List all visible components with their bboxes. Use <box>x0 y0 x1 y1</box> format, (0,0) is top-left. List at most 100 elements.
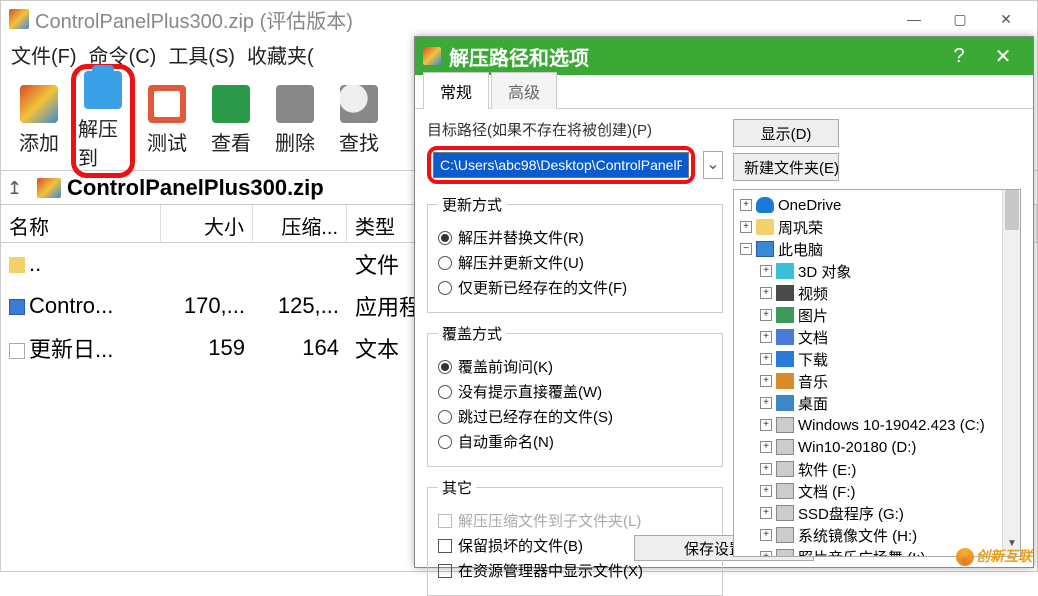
radio-option[interactable]: 自动重命名(N) <box>438 431 712 452</box>
tab-advanced[interactable]: 高级 <box>491 72 557 109</box>
app-icon <box>9 9 29 29</box>
tree-node[interactable]: +音乐 <box>736 370 1018 392</box>
toolbar-delete[interactable]: 删除 <box>263 85 327 156</box>
destination-path-input[interactable] <box>433 152 689 178</box>
overwrite-group: 覆盖方式 覆盖前询问(K)没有提示直接覆盖(W)跳过已经存在的文件(S)自动重命… <box>427 323 723 467</box>
expand-icon[interactable]: + <box>760 287 772 299</box>
dialog-close-button[interactable]: ✕ <box>981 44 1025 69</box>
checkbox-option[interactable]: 在资源管理器中显示文件(X) <box>438 560 712 581</box>
pic-icon <box>776 307 794 323</box>
display-button[interactable]: 显示(D) <box>733 119 839 147</box>
file-icon <box>9 257 25 273</box>
expand-icon[interactable]: + <box>760 397 772 409</box>
new-folder-button[interactable]: 新建文件夹(E) <box>733 153 839 181</box>
checkbox-icon <box>438 539 452 553</box>
tree-node[interactable]: +系统镜像文件 (H:) <box>736 524 1018 546</box>
dialog-help-button[interactable]: ? <box>937 45 981 68</box>
checkbox-option: 解压压缩文件到子文件夹(L) <box>438 510 712 531</box>
radio-option[interactable]: 解压并替换文件(R) <box>438 227 712 248</box>
maximize-button[interactable]: ▢ <box>937 4 983 34</box>
archive-icon <box>37 178 61 198</box>
radio-icon <box>438 256 452 270</box>
folder-tree[interactable]: ▲ ▼ +OneDrive+周巩荣−此电脑+3D 对象+视频+图片+文档+下载+… <box>733 189 1021 557</box>
radio-option[interactable]: 仅更新已经存在的文件(F) <box>438 277 712 298</box>
dialog-title: 解压路径和选项 <box>449 42 589 71</box>
close-button[interactable]: ✕ <box>983 4 1029 34</box>
expand-icon[interactable]: + <box>760 265 772 277</box>
music-icon <box>776 373 794 389</box>
window-title: ControlPanelPlus300.zip (评估版本) <box>35 5 353 34</box>
up-icon[interactable]: ↥ <box>7 178 31 198</box>
doc-icon <box>776 329 794 345</box>
test-icon <box>148 85 186 123</box>
expand-icon[interactable]: − <box>740 243 752 255</box>
dl-icon <box>776 351 794 367</box>
toolbar-add[interactable]: 添加 <box>7 85 71 156</box>
expand-icon[interactable]: + <box>760 551 772 557</box>
dialog-icon <box>423 47 441 65</box>
expand-icon[interactable]: + <box>760 331 772 343</box>
expand-icon[interactable]: + <box>740 199 752 211</box>
titlebar: ControlPanelPlus300.zip (评估版本) ― ▢ ✕ <box>1 1 1037 37</box>
watermark-icon <box>956 548 974 566</box>
menu-tools[interactable]: 工具(S) <box>164 38 239 71</box>
drive-icon <box>776 439 794 455</box>
desk-icon <box>776 395 794 411</box>
drive-icon <box>776 527 794 543</box>
pc-icon <box>756 241 774 257</box>
toolbar-find[interactable]: 查找 <box>327 85 391 156</box>
path-dropdown-button[interactable]: ⌄ <box>703 151 723 179</box>
radio-icon <box>438 435 452 449</box>
tree-node[interactable]: +图片 <box>736 304 1018 326</box>
expand-icon[interactable]: + <box>760 507 772 519</box>
menu-favorites[interactable]: 收藏夹( <box>243 38 318 71</box>
col-name[interactable]: 名称 <box>1 205 161 242</box>
tree-node[interactable]: +Win10-20180 (D:) <box>736 436 1018 458</box>
expand-icon[interactable]: + <box>760 485 772 497</box>
tree-node[interactable]: +视频 <box>736 282 1018 304</box>
minimize-button[interactable]: ― <box>891 4 937 34</box>
radio-option[interactable]: 跳过已经存在的文件(S) <box>438 406 712 427</box>
archive-name: ControlPanelPlus300.zip <box>35 11 254 33</box>
radio-option[interactable]: 覆盖前询问(K) <box>438 356 712 377</box>
expand-icon[interactable]: + <box>760 375 772 387</box>
toolbar-view[interactable]: 查看 <box>199 85 263 156</box>
view-icon <box>212 85 250 123</box>
tree-node[interactable]: +桌面 <box>736 392 1018 414</box>
expand-icon[interactable]: + <box>760 353 772 365</box>
drive-icon <box>776 505 794 521</box>
radio-icon <box>438 410 452 424</box>
scroll-thumb[interactable] <box>1005 190 1019 230</box>
expand-icon[interactable]: + <box>760 529 772 541</box>
tab-general[interactable]: 常规 <box>423 72 489 109</box>
tree-node[interactable]: +文档 (F:) <box>736 480 1018 502</box>
col-compressed[interactable]: 压缩... <box>253 205 347 242</box>
tree-node[interactable]: +Windows 10-19042.423 (C:) <box>736 414 1018 436</box>
expand-icon[interactable]: + <box>760 441 772 453</box>
menu-file[interactable]: 文件(F) <box>7 38 81 71</box>
archive-path[interactable]: ControlPanelPlus300.zip <box>67 175 324 201</box>
tree-node[interactable]: +下载 <box>736 348 1018 370</box>
expand-icon[interactable]: + <box>760 419 772 431</box>
tree-scrollbar[interactable]: ▲ ▼ <box>1002 190 1020 556</box>
expand-icon[interactable]: + <box>740 221 752 233</box>
toolbar-extract-to[interactable]: 解压到 <box>71 64 135 178</box>
radio-icon <box>438 231 452 245</box>
col-size[interactable]: 大小 <box>161 205 253 242</box>
radio-option[interactable]: 没有提示直接覆盖(W) <box>438 381 712 402</box>
tree-node[interactable]: −此电脑 <box>736 238 1018 260</box>
expand-icon[interactable]: + <box>760 463 772 475</box>
tree-node[interactable]: +软件 (E:) <box>736 458 1018 480</box>
tree-node[interactable]: +3D 对象 <box>736 260 1018 282</box>
tree-node[interactable]: +SSD盘程序 (G:) <box>736 502 1018 524</box>
eval-suffix: (评估版本) <box>260 11 353 33</box>
drive-icon <box>776 461 794 477</box>
toolbar-test[interactable]: 测试 <box>135 85 199 156</box>
tree-node[interactable]: +文档 <box>736 326 1018 348</box>
radio-option[interactable]: 解压并更新文件(U) <box>438 252 712 273</box>
expand-icon[interactable]: + <box>760 309 772 321</box>
update-group: 更新方式 解压并替换文件(R)解压并更新文件(U)仅更新已经存在的文件(F) <box>427 194 723 313</box>
tree-node[interactable]: +周巩荣 <box>736 216 1018 238</box>
tree-node[interactable]: +OneDrive <box>736 194 1018 216</box>
video-icon <box>776 285 794 301</box>
